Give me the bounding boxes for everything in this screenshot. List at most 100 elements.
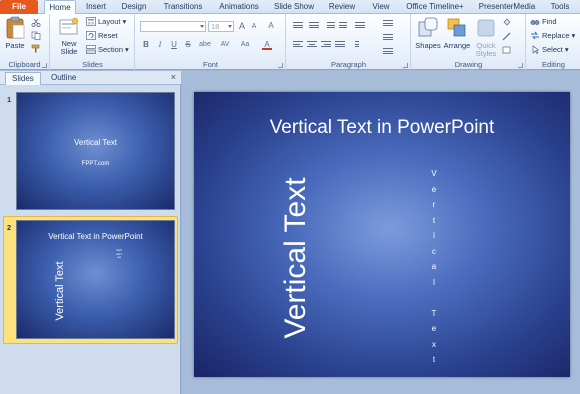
stacked-letter: t bbox=[432, 355, 436, 364]
arrange-button[interactable]: Arrange bbox=[442, 16, 472, 50]
font-family-dropdown-icon bbox=[200, 25, 204, 28]
find-label: Find bbox=[542, 17, 557, 26]
align-center-icon[interactable] bbox=[307, 41, 317, 50]
find-button[interactable]: Find bbox=[530, 17, 557, 26]
group-clipboard: Paste Clipboard bbox=[0, 14, 50, 70]
grow-font-label: A bbox=[238, 21, 245, 31]
group-label-paragraph: Paragraph bbox=[330, 60, 367, 69]
slide-thumbnail-1[interactable]: Vertical Text FPPT.com bbox=[16, 92, 175, 210]
justify-icon[interactable] bbox=[335, 41, 345, 50]
slide-thumbnail-2[interactable]: Vertical Text in PowerPoint Vertical Tex… bbox=[16, 220, 175, 339]
bullets-icon[interactable] bbox=[293, 22, 303, 31]
smartart-icon[interactable] bbox=[383, 48, 393, 57]
paste-button[interactable]: Paste bbox=[3, 16, 27, 50]
stacked-letter: c bbox=[432, 246, 436, 256]
shrink-font-button[interactable]: A bbox=[249, 22, 259, 32]
stacked-vertical-text[interactable]: V e r t i c a l T e x t bbox=[429, 166, 439, 368]
rotated-vertical-text[interactable]: Vertical Text bbox=[279, 158, 313, 358]
group-slides: New Slide Layout ▾ Reset Section ▾ Slide… bbox=[51, 14, 135, 70]
align-text-icon[interactable] bbox=[383, 34, 393, 43]
italic-button[interactable]: I bbox=[155, 40, 165, 50]
quick-styles-button[interactable]: Quick Styles bbox=[472, 16, 500, 58]
reset-button[interactable]: Reset bbox=[86, 31, 118, 40]
tab-office-timeline[interactable]: Office Timeline+ bbox=[403, 0, 467, 14]
numbering-icon[interactable] bbox=[309, 22, 319, 31]
drawing-launcher-icon[interactable] bbox=[518, 63, 523, 68]
change-case-button[interactable]: Aa bbox=[238, 40, 252, 50]
replace-label: Replace bbox=[542, 31, 570, 40]
section-icon bbox=[86, 45, 96, 54]
clear-formatting-button[interactable]: A bbox=[266, 21, 276, 31]
slide-title[interactable]: Vertical Text in PowerPoint bbox=[194, 117, 570, 139]
tab-home[interactable]: Home bbox=[44, 0, 76, 15]
section-button[interactable]: Section ▾ bbox=[86, 45, 129, 54]
shape-effects-icon bbox=[502, 46, 511, 54]
format-painter-button[interactable] bbox=[31, 44, 41, 53]
new-slide-button[interactable]: New Slide bbox=[54, 16, 84, 56]
shape-outline-button[interactable] bbox=[502, 32, 512, 41]
text-direction-icon[interactable] bbox=[383, 20, 393, 29]
increase-indent-icon[interactable] bbox=[339, 22, 347, 31]
tab-review[interactable]: Review bbox=[326, 0, 358, 14]
stacked-letter: x bbox=[432, 339, 436, 349]
tab-outline[interactable]: Outline bbox=[45, 72, 82, 85]
stacked-letter: i bbox=[433, 231, 435, 240]
paste-icon bbox=[6, 16, 25, 39]
columns-icon[interactable] bbox=[355, 41, 365, 50]
paragraph-launcher-icon[interactable] bbox=[403, 63, 408, 68]
tab-animations[interactable]: Animations bbox=[214, 0, 264, 14]
tab-transitions[interactable]: Transitions bbox=[158, 0, 208, 14]
character-spacing-button[interactable]: AV bbox=[218, 40, 232, 50]
align-right-icon[interactable] bbox=[321, 41, 331, 50]
stacked-letter: V bbox=[431, 169, 437, 178]
select-label: Select bbox=[542, 45, 563, 54]
text-shadow-button[interactable]: abe bbox=[196, 40, 214, 50]
strikethrough-button[interactable]: S bbox=[183, 40, 193, 50]
copy-button[interactable] bbox=[31, 31, 41, 40]
decrease-indent-icon[interactable] bbox=[327, 22, 335, 31]
layout-button[interactable]: Layout ▾ bbox=[86, 17, 126, 26]
align-left-icon[interactable] bbox=[293, 41, 303, 50]
underline-button[interactable]: U bbox=[169, 40, 179, 50]
shape-effects-button[interactable] bbox=[502, 46, 512, 55]
tab-tools[interactable]: Tools bbox=[546, 0, 574, 14]
bold-button[interactable]: B bbox=[141, 40, 151, 50]
stacked-letter: a bbox=[431, 262, 437, 271]
clipboard-launcher-icon[interactable] bbox=[42, 63, 47, 68]
font-family-combo[interactable] bbox=[140, 21, 206, 32]
tab-design[interactable]: Design bbox=[117, 0, 151, 14]
paste-label: Paste bbox=[5, 41, 25, 50]
reset-icon bbox=[86, 31, 96, 40]
shape-fill-button[interactable] bbox=[502, 18, 512, 27]
tab-view[interactable]: View bbox=[368, 0, 394, 14]
tab-slides[interactable]: Slides bbox=[5, 72, 41, 85]
layout-label: Layout bbox=[98, 17, 121, 26]
tab-insert[interactable]: Insert bbox=[81, 0, 111, 14]
select-dropdown-icon: ▾ bbox=[564, 45, 569, 54]
format-painter-icon bbox=[31, 44, 40, 53]
thumb-title: Vertical Text bbox=[74, 138, 117, 147]
font-launcher-icon[interactable] bbox=[278, 63, 283, 68]
scissors-icon bbox=[31, 18, 41, 27]
font-color-button[interactable]: A bbox=[262, 40, 272, 50]
layout-icon bbox=[86, 17, 96, 26]
cut-button[interactable] bbox=[31, 18, 41, 27]
grow-font-button[interactable]: A bbox=[237, 21, 247, 31]
ribbon-tab-bar: File Home Insert Design Transitions Anim… bbox=[0, 0, 580, 15]
group-label-font: Font bbox=[202, 60, 218, 69]
line-spacing-icon[interactable] bbox=[355, 22, 365, 31]
tab-presentermedia[interactable]: PresenterMedia bbox=[476, 0, 538, 14]
tab-file[interactable]: File bbox=[0, 0, 38, 14]
new-slide-label: New Slide bbox=[60, 39, 78, 56]
stacked-letter: l bbox=[433, 277, 435, 287]
arrange-label: Arrange bbox=[443, 41, 471, 50]
replace-dropdown-icon: ▾ bbox=[571, 31, 576, 40]
thumb-rotated-text: Vertical Text bbox=[54, 261, 66, 321]
current-slide[interactable]: Vertical Text in PowerPoint Vertical Tex… bbox=[194, 92, 570, 377]
shapes-button[interactable]: Shapes bbox=[414, 16, 442, 50]
font-size-combo[interactable]: 18 bbox=[208, 21, 234, 32]
close-panel-icon[interactable]: × bbox=[171, 72, 176, 82]
select-button[interactable]: Select ▾ bbox=[530, 45, 569, 54]
replace-button[interactable]: Replace ▾ bbox=[530, 31, 575, 40]
tab-slide-show[interactable]: Slide Show bbox=[271, 0, 317, 14]
